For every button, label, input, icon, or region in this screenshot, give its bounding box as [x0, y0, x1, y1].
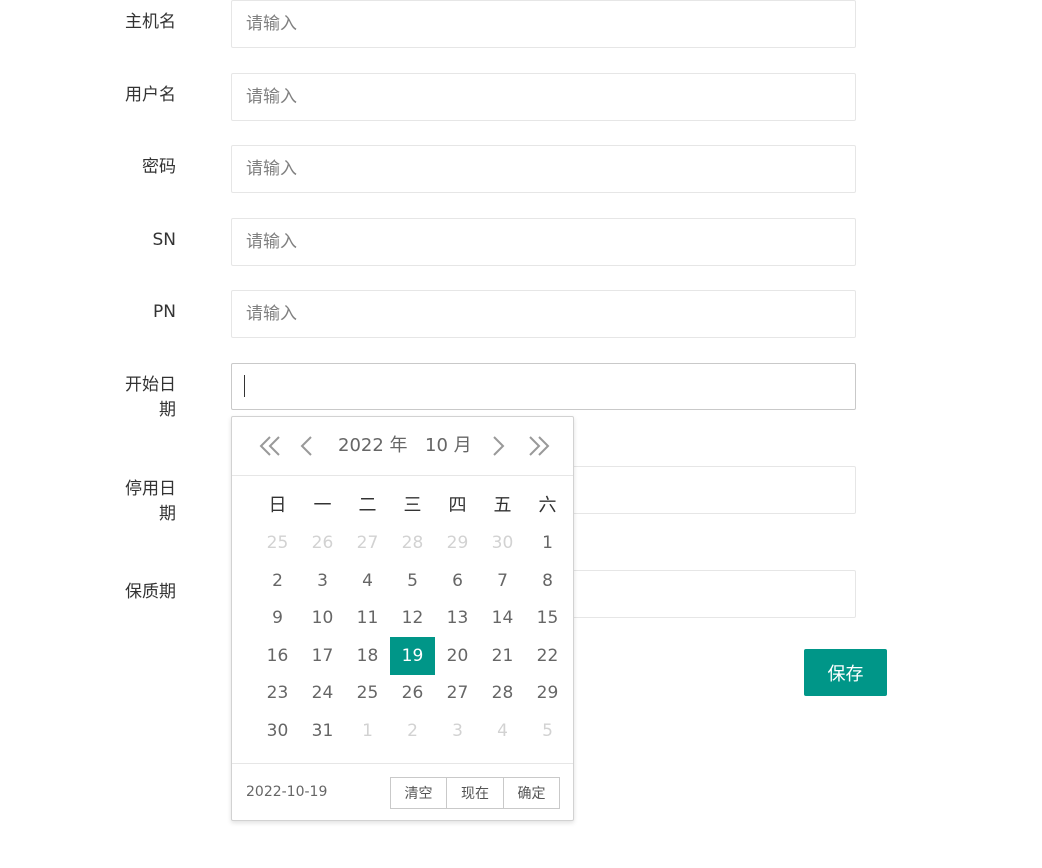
month-selector[interactable]: 10 月: [425, 435, 472, 457]
calendar-day[interactable]: 23: [255, 674, 300, 712]
calendar-day[interactable]: 5: [390, 562, 435, 600]
calendar-day[interactable]: 24: [300, 674, 345, 712]
calendar-day[interactable]: 30: [480, 524, 525, 562]
calendar-week-row: 9 10 11 12 13 14 15: [255, 599, 570, 637]
calendar-day[interactable]: 25: [345, 674, 390, 712]
calendar-week-row: 30 31 1 2 3 4 5: [255, 712, 570, 750]
calendar-day[interactable]: 26: [390, 674, 435, 712]
calendar-day-selected[interactable]: 19: [390, 636, 435, 675]
start-date-label: 开始日期: [125, 375, 176, 420]
calendar-day[interactable]: 28: [390, 524, 435, 562]
confirm-button[interactable]: 确定: [504, 777, 560, 809]
calendar-day[interactable]: 3: [300, 562, 345, 600]
weekday-header: 日 一 二 三 四 五 六: [255, 487, 570, 525]
hostname-label: 主机名: [125, 12, 176, 32]
calendar-day[interactable]: 1: [525, 524, 570, 562]
weekday-label: 四: [448, 495, 467, 516]
weekday-label: 三: [403, 495, 422, 516]
calendar-day[interactable]: 18: [345, 637, 390, 675]
calendar-day[interactable]: 27: [345, 524, 390, 562]
now-button[interactable]: 现在: [447, 777, 504, 809]
calendar-day[interactable]: 22: [525, 637, 570, 675]
year-selector[interactable]: 2022 年: [338, 435, 408, 457]
calendar-day[interactable]: 11: [345, 599, 390, 637]
calendar-day[interactable]: 13: [435, 599, 480, 637]
calendar-day[interactable]: 3: [435, 712, 480, 750]
text-caret: [244, 375, 245, 397]
calendar-day[interactable]: 4: [345, 562, 390, 600]
calendar-day[interactable]: 6: [435, 562, 480, 600]
form-page: 主机名 用户名 密码 SN PN 开始日期 停用日期 保质期 保存: [0, 0, 1042, 868]
end-date-label: 停用日期: [125, 479, 176, 524]
pn-label: PN: [153, 302, 176, 322]
password-input[interactable]: [231, 145, 856, 193]
calendar-week-row: 23 24 25 26 27 28 29: [255, 674, 570, 712]
calendar-day[interactable]: 26: [300, 524, 345, 562]
sn-input[interactable]: [231, 218, 856, 266]
next-year-icon[interactable]: [523, 433, 553, 459]
calendar-day[interactable]: 31: [300, 712, 345, 750]
calendar-week-row: 25 26 27 28 29 30 1: [255, 524, 570, 562]
calendar-day[interactable]: 17: [300, 637, 345, 675]
calendar-day[interactable]: 29: [435, 524, 480, 562]
calendar-day[interactable]: 8: [525, 562, 570, 600]
date-picker-header: 2022 年 10 月: [232, 417, 573, 476]
selected-date-preview: 2022-10-19: [246, 784, 328, 800]
calendar-day[interactable]: 20: [435, 637, 480, 675]
calendar-day[interactable]: 27: [435, 674, 480, 712]
calendar-day[interactable]: 29: [525, 674, 570, 712]
username-input[interactable]: [231, 73, 856, 121]
calendar-day[interactable]: 16: [255, 637, 300, 675]
calendar-day[interactable]: 12: [390, 599, 435, 637]
date-picker: 2022 年 10 月 日 一 二 三 四 五 六 25 26 27 28 29…: [231, 416, 574, 821]
calendar-day[interactable]: 2: [390, 712, 435, 750]
calendar-day[interactable]: 4: [480, 712, 525, 750]
calendar-day[interactable]: 30: [255, 712, 300, 750]
calendar-week-row: 2345678: [255, 562, 570, 600]
calendar-day[interactable]: 14: [480, 599, 525, 637]
username-label: 用户名: [125, 85, 176, 105]
calendar-day[interactable]: 21: [480, 637, 525, 675]
calendar-day[interactable]: 1: [345, 712, 390, 750]
warranty-label: 保质期: [125, 582, 176, 602]
password-label: 密码: [142, 157, 176, 177]
pn-input[interactable]: [231, 290, 856, 338]
calendar-day[interactable]: 10: [300, 599, 345, 637]
save-button[interactable]: 保存: [804, 649, 887, 696]
calendar-week-row: 16 17 18 19 20 21 22: [255, 636, 570, 675]
next-month-icon[interactable]: [489, 433, 509, 459]
calendar-day[interactable]: 7: [480, 562, 525, 600]
prev-year-icon[interactable]: [256, 433, 286, 459]
calendar-day[interactable]: 15: [525, 599, 570, 637]
weekday-label: 六: [538, 495, 557, 516]
date-picker-footer: 2022-10-19 清空 现在 确定: [232, 763, 573, 821]
hostname-input[interactable]: [231, 0, 856, 48]
start-date-input[interactable]: [231, 363, 856, 410]
weekday-label: 二: [358, 495, 377, 516]
calendar-day[interactable]: 28: [480, 674, 525, 712]
calendar-day[interactable]: 5: [525, 712, 570, 750]
weekday-label: 一: [313, 495, 332, 516]
calendar-day[interactable]: 9: [255, 599, 300, 637]
footer-buttons: 清空 现在 确定: [390, 777, 560, 809]
weekday-label: 五: [493, 495, 512, 516]
weekday-label: 日: [268, 495, 287, 516]
calendar-day[interactable]: 25: [255, 524, 300, 562]
sn-label: SN: [152, 230, 176, 250]
clear-button[interactable]: 清空: [390, 777, 447, 809]
prev-month-icon[interactable]: [296, 433, 316, 459]
calendar-day[interactable]: 2: [255, 562, 300, 600]
